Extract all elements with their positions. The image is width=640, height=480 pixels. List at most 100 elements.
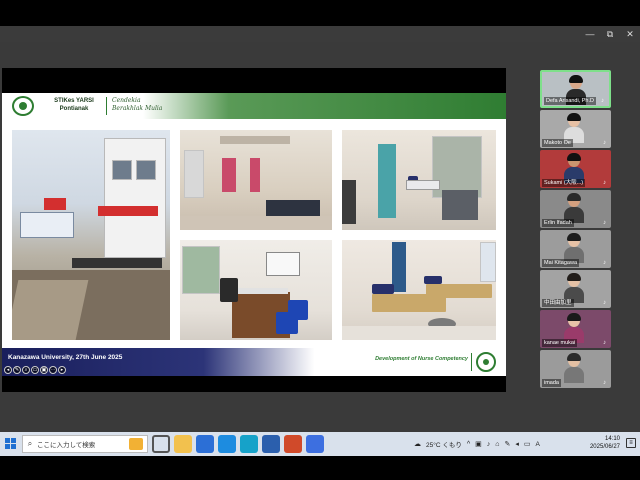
- mic-icon: ♪: [603, 300, 606, 306]
- slide-footer: Kanazawa University, 27th June 2025 Deve…: [2, 348, 506, 376]
- cabinet: [342, 180, 356, 224]
- participant-hair: [567, 233, 581, 241]
- search-icon: ⌕: [27, 439, 33, 448]
- slide-letterbox: [2, 376, 506, 392]
- curtain: [222, 158, 236, 192]
- meeting-title-bar: — ⧉ ✕: [0, 26, 640, 42]
- photo-treatment-room: [342, 130, 496, 230]
- participant-tile[interactable]: kanae mukai ♪: [540, 310, 611, 348]
- taskbar-clock[interactable]: 14:10 2025/06/27: [590, 435, 620, 451]
- armchair: [442, 190, 478, 220]
- ime-indicator[interactable]: A: [536, 441, 540, 448]
- participant-tile[interactable]: Erlin Ifadah ♪: [540, 190, 611, 228]
- mic-icon: ♪: [601, 98, 604, 104]
- notification-icon[interactable]: ≡: [626, 438, 636, 448]
- participant-name: Sukami (大阪...): [542, 179, 586, 187]
- chevron-up-icon[interactable]: ^: [467, 441, 470, 448]
- taskbar: ⌕ ここに入力して検索 ☁ 25°C くもり ^ ▣ ♪ ⌂ ✎ ◂ ▭ A 1…: [0, 432, 640, 456]
- system-tray: ☁ 25°C くもり ^ ▣ ♪ ⌂ ✎ ◂ ▭ A: [414, 432, 540, 456]
- floor: [342, 326, 496, 340]
- restore-icon[interactable]: ⧉: [604, 26, 616, 42]
- participant-tile[interactable]: Mai Kitagawa ♪: [540, 230, 611, 268]
- building-window: [112, 160, 132, 180]
- participant-tile[interactable]: Defa Arisandi, Ph.D ♪: [540, 70, 611, 108]
- participant-name: Defa Arisandi, Ph.D: [544, 97, 596, 105]
- participant-video: [564, 113, 584, 143]
- taskbar-search[interactable]: ⌕ ここに入力して検索: [22, 435, 148, 453]
- weather-text[interactable]: 25°C くもり: [426, 439, 462, 449]
- footer-logo: [476, 352, 496, 372]
- zoom-icon[interactable]: ⌕: [22, 366, 30, 374]
- photo-consultation-room: [180, 240, 332, 340]
- file-explorer-icon[interactable]: [174, 435, 192, 453]
- red-sign: [44, 198, 66, 210]
- mic-icon: ♪: [603, 260, 606, 266]
- screen: — ⧉ ✕ STIKes YARSI Pontianak Cendekia Be…: [0, 0, 640, 480]
- participant-hair: [567, 193, 581, 201]
- blue-chair: [276, 312, 298, 334]
- meeting-app-icon[interactable]: [306, 435, 324, 453]
- photo-clinic-exterior: [12, 130, 170, 340]
- battery-icon[interactable]: ▭: [524, 440, 531, 448]
- mic-icon: ♪: [603, 180, 606, 186]
- treatment-bed: [426, 284, 492, 298]
- network-icon[interactable]: ⌂: [495, 441, 499, 448]
- participant-tile[interactable]: 中田由加里 ♪: [540, 270, 611, 308]
- participant-name: Makoto Oe: [542, 139, 573, 147]
- minimize-icon[interactable]: —: [584, 26, 596, 42]
- building: [104, 138, 166, 258]
- pharmacy-sign: [98, 206, 158, 216]
- slides-icon[interactable]: ▭: [31, 366, 39, 374]
- participant-tile[interactable]: imada ♪: [540, 350, 611, 388]
- footer-event: Kanazawa University, 27th June 2025: [8, 354, 123, 361]
- participant-tile[interactable]: Makoto Oe ♪: [540, 110, 611, 148]
- camera-icon[interactable]: ▣: [475, 440, 482, 448]
- store-icon[interactable]: [196, 435, 214, 453]
- pointer-icon[interactable]: ◂: [4, 366, 12, 374]
- powerpoint-icon[interactable]: [284, 435, 302, 453]
- desk-top: [234, 288, 288, 294]
- bed: [406, 180, 440, 190]
- window-controls: — ⧉ ✕: [584, 26, 636, 42]
- window: [480, 242, 496, 282]
- participant-video: [564, 313, 584, 343]
- volume-icon[interactable]: ◂: [515, 440, 519, 448]
- participant-body: [564, 367, 584, 383]
- mail-icon[interactable]: [218, 435, 236, 453]
- letterbox-bottom: [0, 456, 640, 480]
- participant-tile[interactable]: Sukami (大阪...) ♪: [540, 150, 611, 188]
- windows-start-icon[interactable]: [5, 438, 17, 450]
- search-highlight-icon: [129, 438, 143, 450]
- shared-slide: STIKes YARSI Pontianak Cendekia Berakhla…: [2, 68, 506, 392]
- photo-wound-care-room: [342, 240, 496, 340]
- participant-video: [564, 153, 584, 183]
- more-icon[interactable]: ⋯: [49, 366, 57, 374]
- microphone-icon[interactable]: ♪: [487, 441, 491, 448]
- window: [182, 246, 220, 294]
- institution-name: STIKes YARSI Pontianak: [54, 98, 94, 112]
- participant-video: [564, 193, 584, 223]
- pen-icon[interactable]: ✎: [13, 366, 21, 374]
- close-icon[interactable]: ✕: [624, 26, 636, 42]
- participant-hair: [567, 273, 581, 281]
- participant-hair: [567, 313, 581, 321]
- footer-divider: [471, 353, 472, 371]
- curtain: [392, 242, 406, 292]
- pen-icon[interactable]: ✎: [505, 440, 511, 448]
- camera-icon[interactable]: ▣: [40, 366, 48, 374]
- participant-name: imada: [542, 379, 561, 387]
- clinic-signboard: [20, 212, 74, 238]
- participant-name: kanae mukai: [542, 339, 578, 347]
- slide-toolbar: ◂ ✎ ⌕ ▭ ▣ ⋯ ▸: [4, 366, 66, 374]
- participant-hair: [569, 75, 583, 83]
- institution-logo: [12, 96, 34, 116]
- participant-video: [564, 273, 584, 303]
- next-icon[interactable]: ▸: [58, 366, 66, 374]
- weather-icon[interactable]: ☁: [414, 440, 421, 448]
- participant-video: [564, 233, 584, 263]
- participant-name: Mai Kitagawa: [542, 259, 580, 267]
- task-view-icon[interactable]: [152, 435, 170, 453]
- edge-icon[interactable]: [240, 435, 258, 453]
- parked-motorcycles: [72, 258, 162, 268]
- browser-icon[interactable]: [262, 435, 280, 453]
